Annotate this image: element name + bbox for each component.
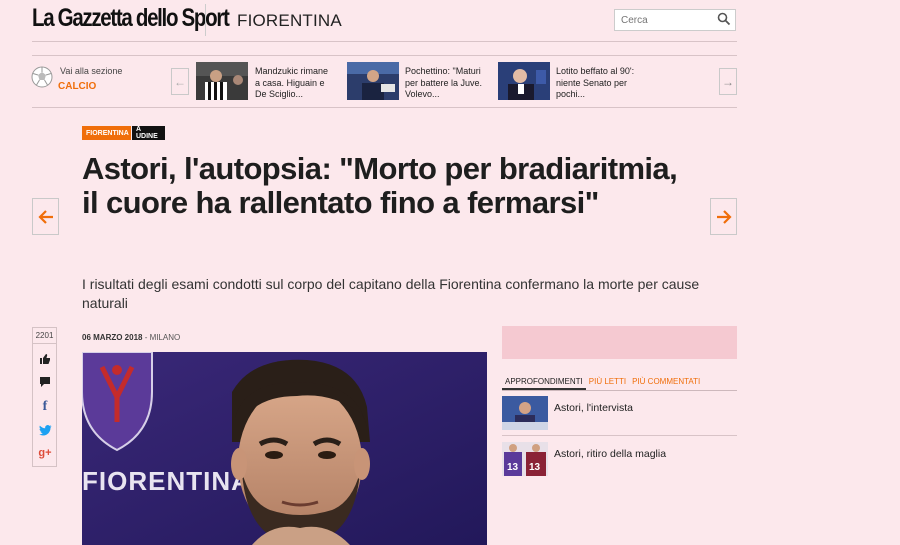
arrow-left-icon: ← — [174, 74, 186, 89]
thumbs-up-icon[interactable] — [38, 352, 52, 366]
strip-prev-button[interactable]: ← — [171, 68, 189, 95]
teaser-text[interactable]: Lotito beffato al 90': niente Senato per… — [556, 66, 636, 101]
share-count: 2201 — [33, 331, 56, 344]
teaser-text[interactable]: Pochettino: "Maturi per battere la Juve.… — [405, 66, 485, 101]
related-title: Astori, ritiro della maglia — [554, 448, 667, 460]
search-box — [614, 9, 736, 31]
strip-next-button[interactable]: → — [719, 68, 737, 95]
tab-piu-commentati[interactable]: PIÙ COMMENTATI — [629, 376, 703, 390]
article-subtitle: I risultati degli esami condotti sul cor… — [82, 276, 700, 311]
related-item[interactable]: 13 13 Astori, ritiro della maglia — [502, 442, 737, 478]
related-title: Astori, l'intervista — [554, 402, 634, 414]
teaser-thumb[interactable] — [498, 62, 550, 100]
teaser-thumb[interactable] — [347, 62, 399, 100]
teaser-text[interactable]: Mandzukic rimane a casa. Higuain e De Sc… — [255, 66, 335, 101]
prev-article-button[interactable] — [32, 198, 59, 235]
related-tabs: APPROFONDIMENTI PIÙ LETTI PIÙ COMMENTATI — [502, 376, 737, 391]
article-location: MILANO — [149, 333, 181, 342]
tag-a-udine[interactable]: A UDINE — [132, 126, 165, 140]
article-title: Astori, l'autopsia: "Morto per bradiarit… — [82, 151, 678, 220]
comment-icon[interactable] — [38, 375, 52, 389]
next-article-button[interactable] — [710, 198, 737, 235]
tag-fiorentina[interactable]: FIORENTINA — [82, 126, 131, 140]
tab-piu-letti[interactable]: PIÙ LETTI — [586, 376, 629, 390]
search-icon[interactable] — [717, 12, 731, 26]
section-prompt: Vai alla sezione — [60, 66, 123, 76]
photo-backdrop-text: FIORENTINA — [82, 466, 251, 496]
header-divider — [205, 4, 206, 36]
teaser-thumb[interactable] — [196, 62, 248, 100]
section-link-calcio[interactable]: CALCIO — [58, 81, 96, 92]
dateline: 06 MARZO 2018 - MILANO — [82, 333, 180, 342]
related-thumb — [502, 396, 548, 430]
googleplus-icon[interactable]: g+ — [38, 446, 52, 460]
tab-approfondimenti[interactable]: APPROFONDIMENTI — [502, 376, 586, 390]
search-input[interactable] — [615, 10, 717, 31]
related-item[interactable]: Astori, l'intervista — [502, 396, 737, 436]
facebook-icon[interactable]: f — [38, 399, 52, 414]
arrow-right-icon: → — [722, 74, 734, 89]
ad-banner[interactable] — [502, 326, 737, 359]
share-rail: 2201 f g+ — [32, 327, 57, 467]
article-date: 06 MARZO 2018 — [82, 333, 143, 342]
svg-text:13: 13 — [529, 462, 541, 473]
section-title[interactable]: FIORENTINA — [237, 11, 342, 31]
twitter-icon[interactable] — [38, 423, 52, 437]
article-photo[interactable]: FIORENTINA — [82, 352, 487, 545]
soccer-ball-icon — [31, 66, 53, 88]
strip-top-rule — [32, 55, 737, 56]
related-thumb: 13 13 — [502, 442, 548, 476]
site-logo[interactable]: La Gazzetta dello Sport — [32, 4, 230, 33]
arrow-right-icon — [716, 209, 732, 224]
related-divider — [502, 435, 737, 436]
svg-text:13: 13 — [507, 462, 519, 473]
strip-bottom-rule — [32, 107, 737, 108]
arrow-left-icon — [37, 209, 53, 224]
header-rule — [32, 41, 737, 42]
